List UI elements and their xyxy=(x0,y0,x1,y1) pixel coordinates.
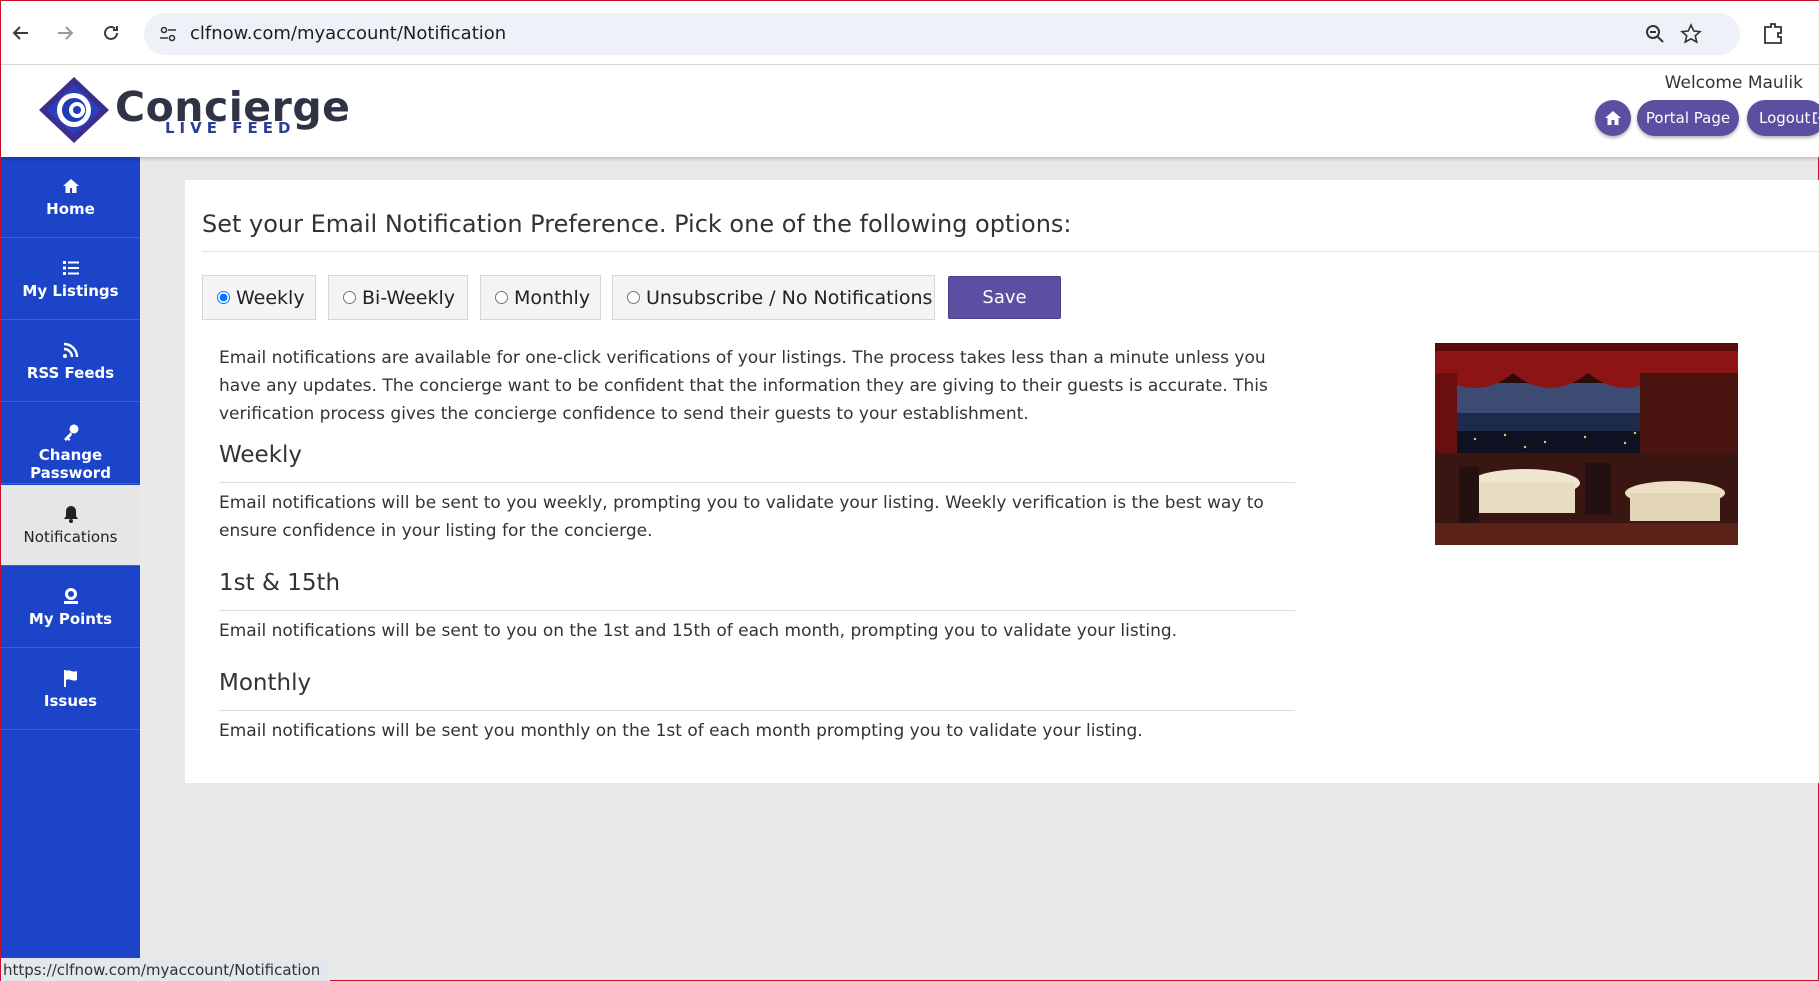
restaurant-photo xyxy=(1435,343,1738,545)
logout-icon xyxy=(1813,112,1819,124)
option-weekly[interactable]: Weekly xyxy=(202,275,316,320)
rss-icon xyxy=(62,342,78,358)
sidebar-item-label: Change Password xyxy=(30,446,111,482)
sidebar-item-notifications[interactable]: Notifications xyxy=(1,485,140,566)
option-label: Bi-Weekly xyxy=(362,286,455,309)
site-header: Concierge LIVE FEED Welcome Maulik Porta… xyxy=(1,65,1819,157)
sidebar-item-home[interactable]: Home xyxy=(1,157,140,238)
bell-icon xyxy=(63,506,78,523)
sidebar-item-my-points[interactable]: My Points xyxy=(1,567,140,648)
sidebar-item-label: Notifications xyxy=(23,528,118,546)
key-icon xyxy=(63,424,78,441)
intro-text: Email notifications are available for on… xyxy=(219,348,1268,424)
notification-panel: Set your Email Notification Preference. … xyxy=(185,180,1819,783)
welcome-text: Welcome Maulik xyxy=(1664,73,1803,93)
save-button[interactable]: Save xyxy=(948,276,1061,319)
points-icon xyxy=(63,588,78,604)
home-icon xyxy=(62,179,79,193)
sidebar-item-label: My Points xyxy=(28,610,113,628)
section-text-monthly: Email notifications will be sent you mon… xyxy=(219,721,1143,741)
option-label: Weekly xyxy=(236,286,305,309)
option-bi-weekly[interactable]: Bi-Weekly xyxy=(328,275,468,320)
address-bar[interactable]: clfnow.com/myaccount/Notification xyxy=(144,13,1740,55)
arrow-left-icon[interactable] xyxy=(7,19,35,47)
logout-button[interactable]: Logout xyxy=(1747,100,1819,136)
browser-toolbar: clfnow.com/myaccount/Notification xyxy=(1,1,1819,65)
logout-label: Logout xyxy=(1759,109,1811,127)
home-button[interactable] xyxy=(1595,100,1631,136)
divider xyxy=(219,610,1295,611)
sidebar-item-rss-feeds[interactable]: RSS Feeds xyxy=(1,321,140,402)
section-heading-weekly: Weekly xyxy=(219,442,303,468)
divider xyxy=(202,251,1819,252)
home-icon xyxy=(1605,111,1621,125)
section-heading-monthly: Monthly xyxy=(219,670,312,696)
arrow-right-icon[interactable] xyxy=(51,19,79,47)
sidebar-item-label: RSS Feeds xyxy=(26,364,115,382)
option-unsubscribe[interactable]: Unsubscribe / No Notifications xyxy=(612,275,935,320)
section-text-weekly: Email notifications will be sent to you … xyxy=(219,493,1264,541)
logo-tagline: LIVE FEED xyxy=(165,119,296,137)
flag-icon xyxy=(63,670,77,687)
concierge-logo-icon[interactable] xyxy=(37,75,111,145)
list-icon xyxy=(62,261,79,275)
sidebar-item-label: Issues xyxy=(43,692,98,710)
sidebar-item-my-listings[interactable]: My Listings xyxy=(1,239,140,320)
unsubscribe-radio[interactable] xyxy=(627,291,640,304)
portal-page-button[interactable]: Portal Page xyxy=(1637,100,1739,136)
sidebar-item-issues[interactable]: Issues xyxy=(1,649,140,730)
url-text[interactable]: clfnow.com/myaccount/Notification xyxy=(190,13,506,55)
section-text-1st-15th: Email notifications will be sent to you … xyxy=(219,621,1178,641)
bi-weekly-radio[interactable] xyxy=(343,291,356,304)
option-monthly[interactable]: Monthly xyxy=(480,275,601,320)
site-settings-icon[interactable] xyxy=(158,24,178,44)
sidebar-item-label: Home xyxy=(46,200,95,218)
monthly-radio[interactable] xyxy=(495,291,508,304)
page-title: Set your Email Notification Preference. … xyxy=(202,210,1072,238)
divider xyxy=(219,482,1295,483)
option-label: Unsubscribe / No Notifications xyxy=(646,286,933,309)
status-bar-url: https://clfnow.com/myaccount/Notificatio… xyxy=(1,958,331,981)
zoom-icon[interactable] xyxy=(1644,23,1666,45)
sidebar: Home My Listings RSS Feeds Change Passwo… xyxy=(1,157,140,981)
section-heading-1st-15th: 1st & 15th xyxy=(219,570,341,596)
divider xyxy=(219,710,1295,711)
extensions-icon[interactable] xyxy=(1761,21,1785,45)
bookmark-star-icon[interactable] xyxy=(1680,23,1702,45)
sidebar-item-label: My Listings xyxy=(22,282,119,300)
sidebar-item-change-password[interactable]: Change Password xyxy=(1,403,140,484)
reload-icon[interactable] xyxy=(97,19,125,47)
option-label: Monthly xyxy=(514,286,591,309)
weekly-radio[interactable] xyxy=(217,291,230,304)
